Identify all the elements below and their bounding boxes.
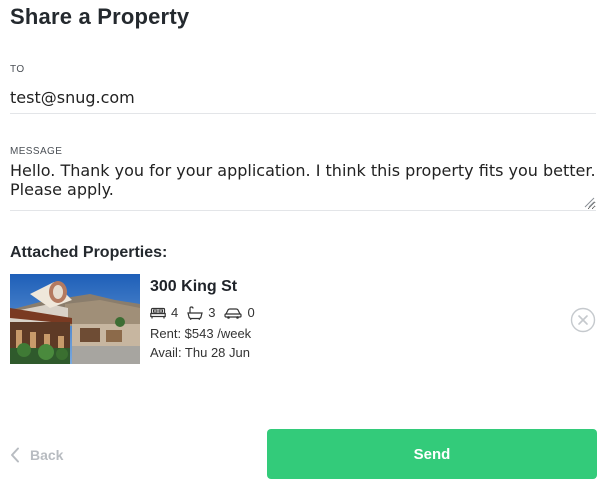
back-label: Back — [30, 447, 64, 463]
property-thumbnail — [10, 274, 140, 364]
back-button[interactable]: Back — [10, 442, 63, 468]
close-circle-icon — [570, 307, 596, 333]
bathrooms-count: 3 — [208, 305, 216, 320]
bedrooms-feature: 4 — [150, 305, 178, 320]
car-icon — [224, 307, 243, 319]
bathrooms-feature: 3 — [187, 305, 215, 320]
attached-properties-heading: Attached Properties: — [10, 244, 168, 261]
property-availability: Avail: Thu 28 Jun — [150, 345, 250, 360]
remove-property-button[interactable] — [570, 307, 596, 333]
to-label: TO — [10, 64, 25, 75]
chevron-left-icon — [11, 447, 19, 463]
message-label: MESSAGE — [10, 146, 63, 157]
to-email-input[interactable] — [10, 82, 596, 114]
property-card: 300 King St 4 3 0 Rent: $543 /week Avail… — [10, 274, 598, 364]
message-textarea[interactable]: Hello. Thank you for your application. I… — [10, 161, 596, 211]
bedrooms-count: 4 — [171, 305, 179, 320]
property-rent: Rent: $543 /week — [150, 326, 252, 341]
page-title: Share a Property — [10, 4, 190, 29]
parking-feature: 0 — [224, 305, 255, 320]
property-address: 300 King St — [150, 278, 238, 295]
send-button[interactable]: Send — [267, 429, 597, 479]
bath-icon — [187, 305, 204, 320]
property-features: 4 3 0 — [150, 305, 264, 320]
resize-grip-icon[interactable] — [584, 197, 595, 208]
parking-count: 0 — [247, 305, 255, 320]
bed-icon — [150, 307, 166, 318]
